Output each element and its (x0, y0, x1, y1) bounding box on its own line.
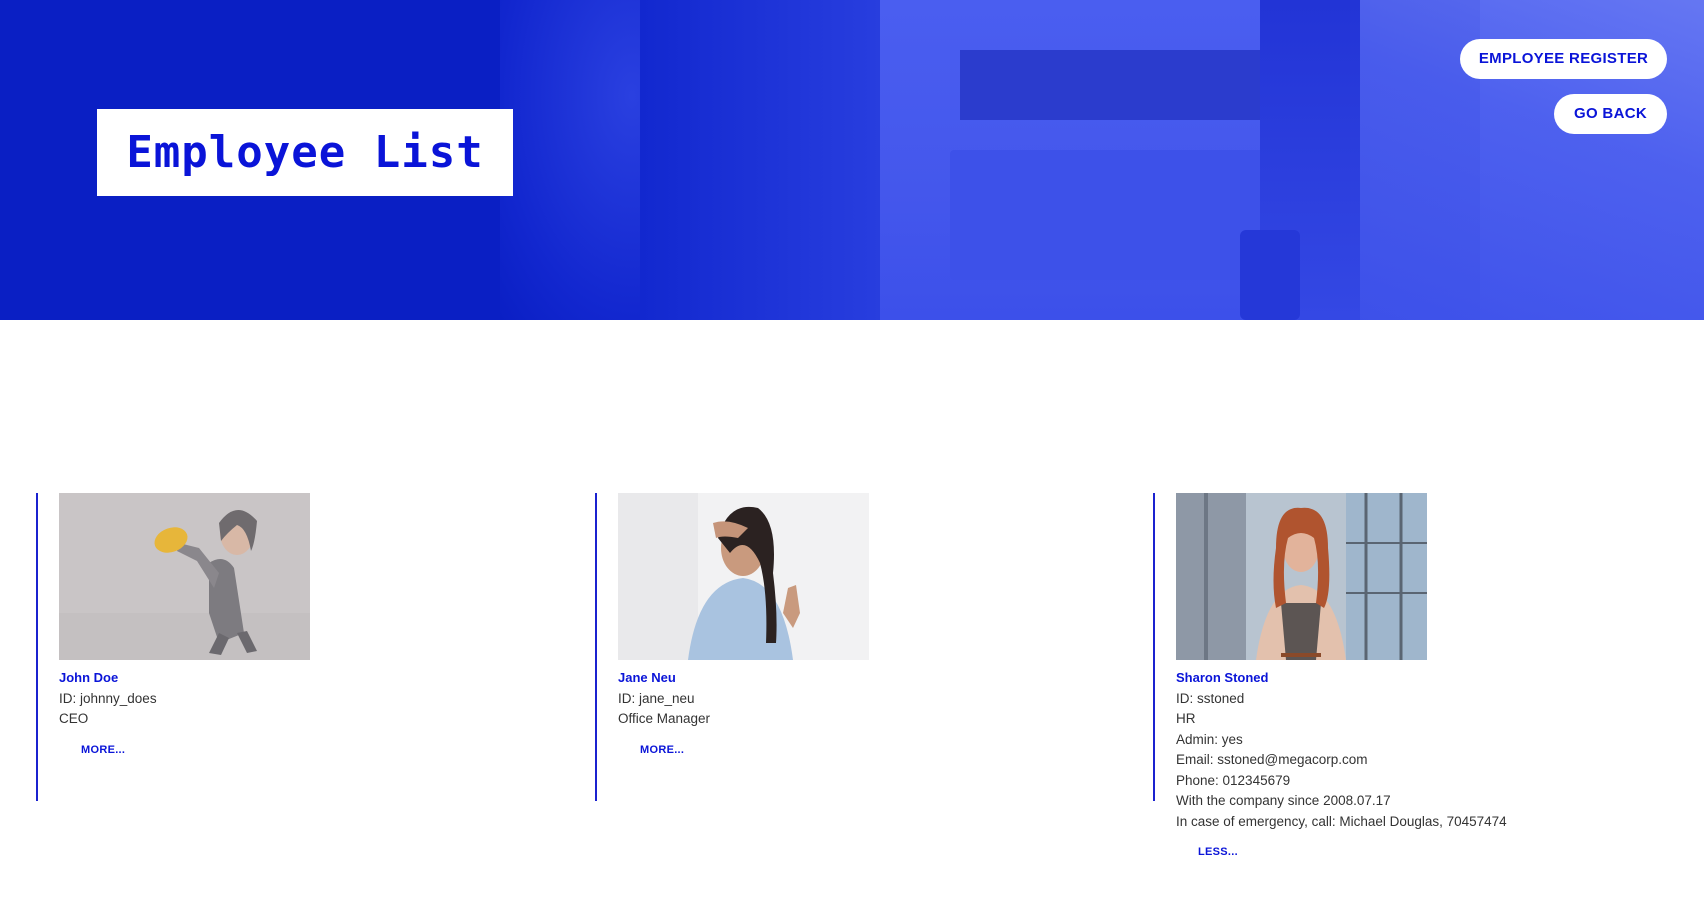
more-link[interactable]: MORE... (640, 740, 710, 761)
employee-id: ID: jane_neu (618, 690, 695, 706)
card-divider (36, 493, 38, 801)
employee-email: Email: sstoned@megacorp.com (1176, 752, 1368, 767)
employee-role: CEO (59, 711, 89, 726)
employee-since: With the company since 2008.07.17 (1176, 793, 1391, 808)
employee-name: John Doe (59, 670, 119, 685)
employee-name: Sharon Stoned (1176, 670, 1269, 685)
employee-admin: Admin: yes (1176, 731, 1243, 747)
employee-emergency: In case of emergency, call: Michael Doug… (1176, 813, 1507, 829)
employee-photo (1176, 493, 1427, 660)
employee-info: John Doe ID: johnny_does CEO MORE... (59, 668, 157, 760)
employee-role: Office Manager (618, 711, 711, 726)
employee-name: Jane Neu (618, 670, 676, 685)
page-title: Employee List (126, 127, 484, 178)
employee-phone: Phone: 012345679 (1176, 772, 1291, 788)
employee-photo (59, 493, 310, 660)
employee-role: HR (1176, 711, 1196, 726)
go-back-button[interactable]: GO BACK (1554, 94, 1667, 134)
hero-background-shape (1240, 230, 1300, 320)
hero-banner: Employee List EMPLOYEE REGISTER GO BACK (0, 0, 1704, 320)
less-link[interactable]: LESS... (1198, 842, 1507, 863)
employee-info: Jane Neu ID: jane_neu Office Manager MOR… (618, 668, 710, 760)
card-divider (1153, 493, 1155, 801)
card-divider (595, 493, 597, 801)
employee-info: Sharon Stoned ID: sstoned HR Admin: yes … (1176, 668, 1507, 863)
employee-register-button[interactable]: EMPLOYEE REGISTER (1460, 39, 1667, 79)
more-link[interactable]: MORE... (81, 740, 157, 761)
employee-id: ID: johnny_does (59, 690, 157, 706)
employee-photo (618, 493, 869, 660)
page-title-box: Employee List (97, 109, 513, 196)
employee-id: ID: sstoned (1176, 690, 1245, 706)
